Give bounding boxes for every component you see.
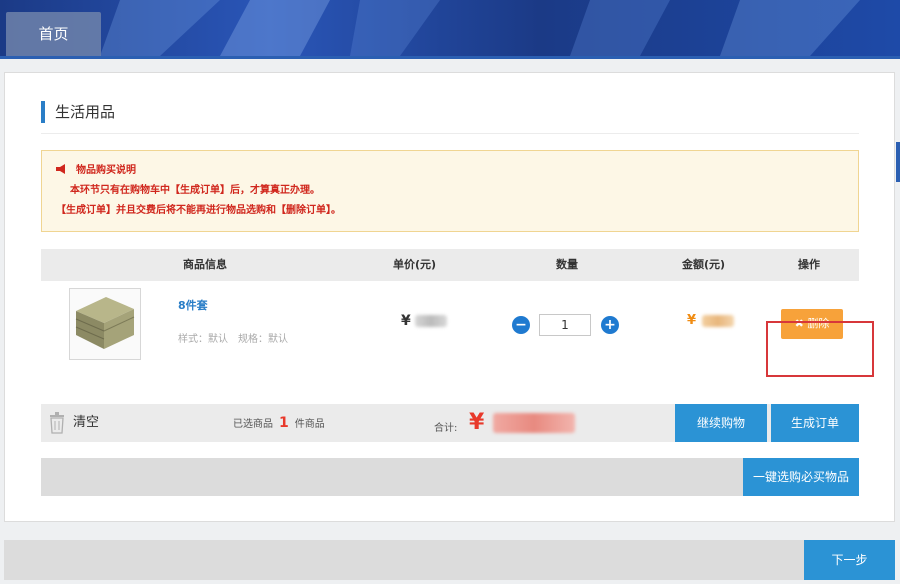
header-action: 操作: [798, 258, 820, 271]
product-image: [75, 297, 135, 349]
notice-line-1: 本环节只有在购物车中【生成订单】后，才算真正办理。: [70, 185, 320, 196]
trash-icon[interactable]: [49, 412, 65, 434]
product-thumbnail[interactable]: [69, 288, 141, 360]
cart-table-header: 商品信息 单价(元) 数量 金额(元) 操作: [41, 249, 859, 281]
generate-order-button[interactable]: 生成订单: [771, 404, 859, 442]
notice-title: 物品购买说明: [76, 165, 136, 176]
clear-cart-button[interactable]: 清空: [73, 404, 99, 442]
header-unit-price: 单价(元): [393, 258, 437, 271]
home-tab[interactable]: 首页: [6, 12, 101, 56]
total-symbol: ¥: [469, 410, 485, 435]
product-spec: 样式：默认 规格：默认: [178, 334, 288, 345]
unit-price-value-blurred: [415, 315, 447, 327]
total-value-blurred: [493, 413, 575, 433]
selected-prefix: 已选商品: [233, 419, 273, 430]
cart-panel: 生活用品 物品购买说明 本环节只有在购物车中【生成订单】后，才算真正办理。 【生…: [4, 72, 895, 522]
banner-decoration-right: [570, 0, 860, 56]
quantity-increase-button[interactable]: +: [601, 316, 619, 334]
selected-count: 1: [279, 415, 289, 431]
cart-summary-bar: 清空 已选商品 1 件商品 合计: ¥ 继续购物 生成订单: [41, 404, 859, 442]
top-banner: 首页: [0, 0, 900, 56]
total-label: 合计:: [434, 423, 458, 434]
unit-price-symbol: ¥: [401, 313, 411, 329]
header-amount: 金额(元): [682, 258, 726, 271]
selected-count-text: 已选商品 1 件商品: [233, 404, 325, 444]
section-title: 生活用品: [41, 101, 115, 123]
megaphone-icon: [56, 164, 65, 174]
banner-underline: [0, 56, 900, 59]
header-product-info: 商品信息: [183, 258, 227, 271]
footer-bar: 下一步: [4, 540, 895, 580]
purchase-notice: 物品购买说明 本环节只有在购物车中【生成订单】后，才算真正办理。 【生成订单】并…: [41, 150, 859, 232]
header-quantity: 数量: [556, 258, 578, 271]
notice-line-2: 【生成订单】并且交费后将不能再进行物品选购和【删除订单】。: [56, 205, 341, 216]
side-edge-tab[interactable]: [896, 142, 900, 182]
banner-decoration: [100, 0, 440, 56]
next-step-button[interactable]: 下一步: [804, 540, 895, 580]
one-click-select-button[interactable]: 一键选购必买物品: [743, 458, 859, 496]
selected-suffix: 件商品: [294, 419, 325, 430]
quantity-decrease-button[interactable]: −: [512, 316, 530, 334]
amount-value-blurred: [702, 315, 734, 327]
order-button-highlight: [766, 321, 874, 377]
section-divider: [41, 133, 859, 134]
amount-symbol: ¥: [687, 313, 697, 328]
one-click-bar: 一键选购必买物品: [41, 458, 859, 496]
product-name-link[interactable]: 8件套: [178, 297, 208, 313]
continue-shopping-button[interactable]: 继续购物: [675, 404, 767, 442]
quantity-input[interactable]: 1: [539, 314, 591, 336]
